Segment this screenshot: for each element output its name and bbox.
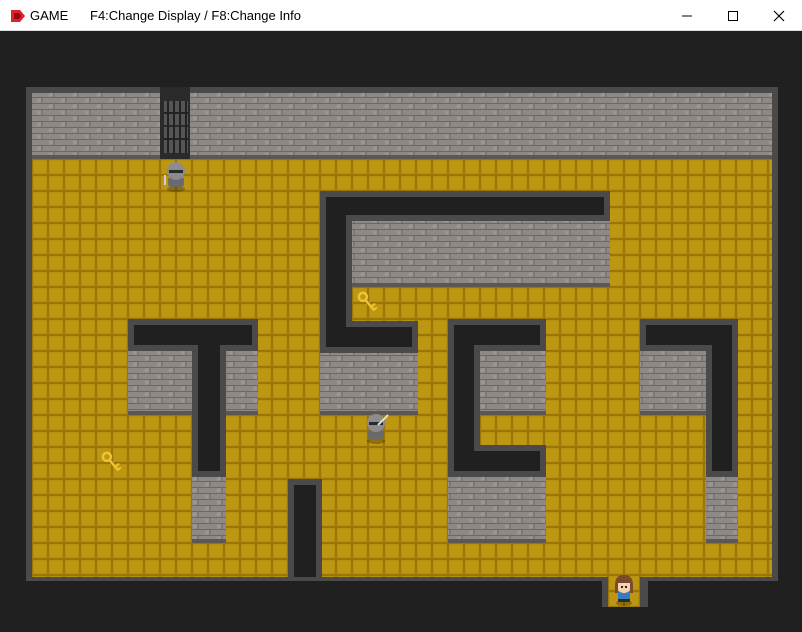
window-title: F4:Change Display / F8:Change Info [90,8,302,23]
close-button[interactable] [756,0,802,31]
app-name: GAME [30,8,69,23]
game-canvas[interactable] [0,31,802,632]
pillar-rim [288,577,322,581]
maximize-button[interactable] [710,0,756,31]
close-icon [773,10,785,21]
top-wall [32,93,772,155]
minimize-icon [682,15,692,16]
title-bar: GAME F4:Change Display / F8:Change Info [0,0,802,31]
iron-bars-gate [160,87,190,159]
minimize-button[interactable] [664,0,710,31]
top-wall-base [32,155,772,159]
maximize-icon [728,10,738,21]
wall-pillar-bottom [288,479,322,581]
rpg-maker-icon [10,8,26,24]
girl-hero[interactable] [615,575,633,606]
